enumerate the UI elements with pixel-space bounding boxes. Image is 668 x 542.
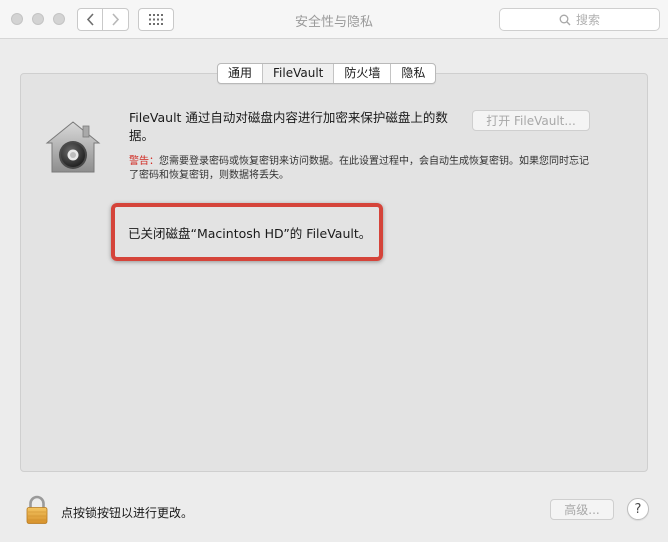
tab-bar: 通用 FileVault 防火墙 隐私 — [217, 63, 437, 84]
warning-text: 您需要登录密码或恢复密钥来访问数据。在此设置过程中，会自动生成恢复密钥。如果您同… — [129, 156, 589, 181]
filevault-house-icon — [45, 121, 101, 173]
title-bar: 安全性与隐私 搜索 — [0, 0, 668, 39]
help-icon: ? — [634, 501, 642, 517]
tab-filevault[interactable]: FileVault — [263, 64, 335, 83]
turn-on-filevault-button[interactable]: 打开 FileVault... — [472, 110, 590, 131]
filevault-description: FileVault 通过自动对磁盘内容进行加密来保护磁盘上的数据。 — [129, 110, 448, 143]
help-button[interactable]: ? — [627, 498, 649, 520]
tab-general[interactable]: 通用 — [218, 64, 264, 83]
lock-instruction: 点按锁按钮以进行更改。 — [61, 506, 194, 520]
lock-icon[interactable] — [25, 495, 49, 525]
tab-firewall[interactable]: 防火墙 — [334, 64, 392, 83]
filevault-status: 已关闭磁盘“Macintosh HD”的 FileVault。 — [128, 226, 372, 241]
warning-label: 警告： — [129, 156, 159, 167]
search-input[interactable]: 搜索 — [499, 8, 660, 31]
search-icon — [559, 14, 571, 25]
advanced-button[interactable]: 高级... — [550, 499, 614, 520]
search-placeholder: 搜索 — [575, 13, 600, 27]
tab-privacy[interactable]: 隐私 — [391, 64, 435, 83]
filevault-warning: 警告：您需要登录密码或恢复密钥来访问数据。在此设置过程中，会自动生成恢复密钥。如… — [129, 155, 594, 183]
